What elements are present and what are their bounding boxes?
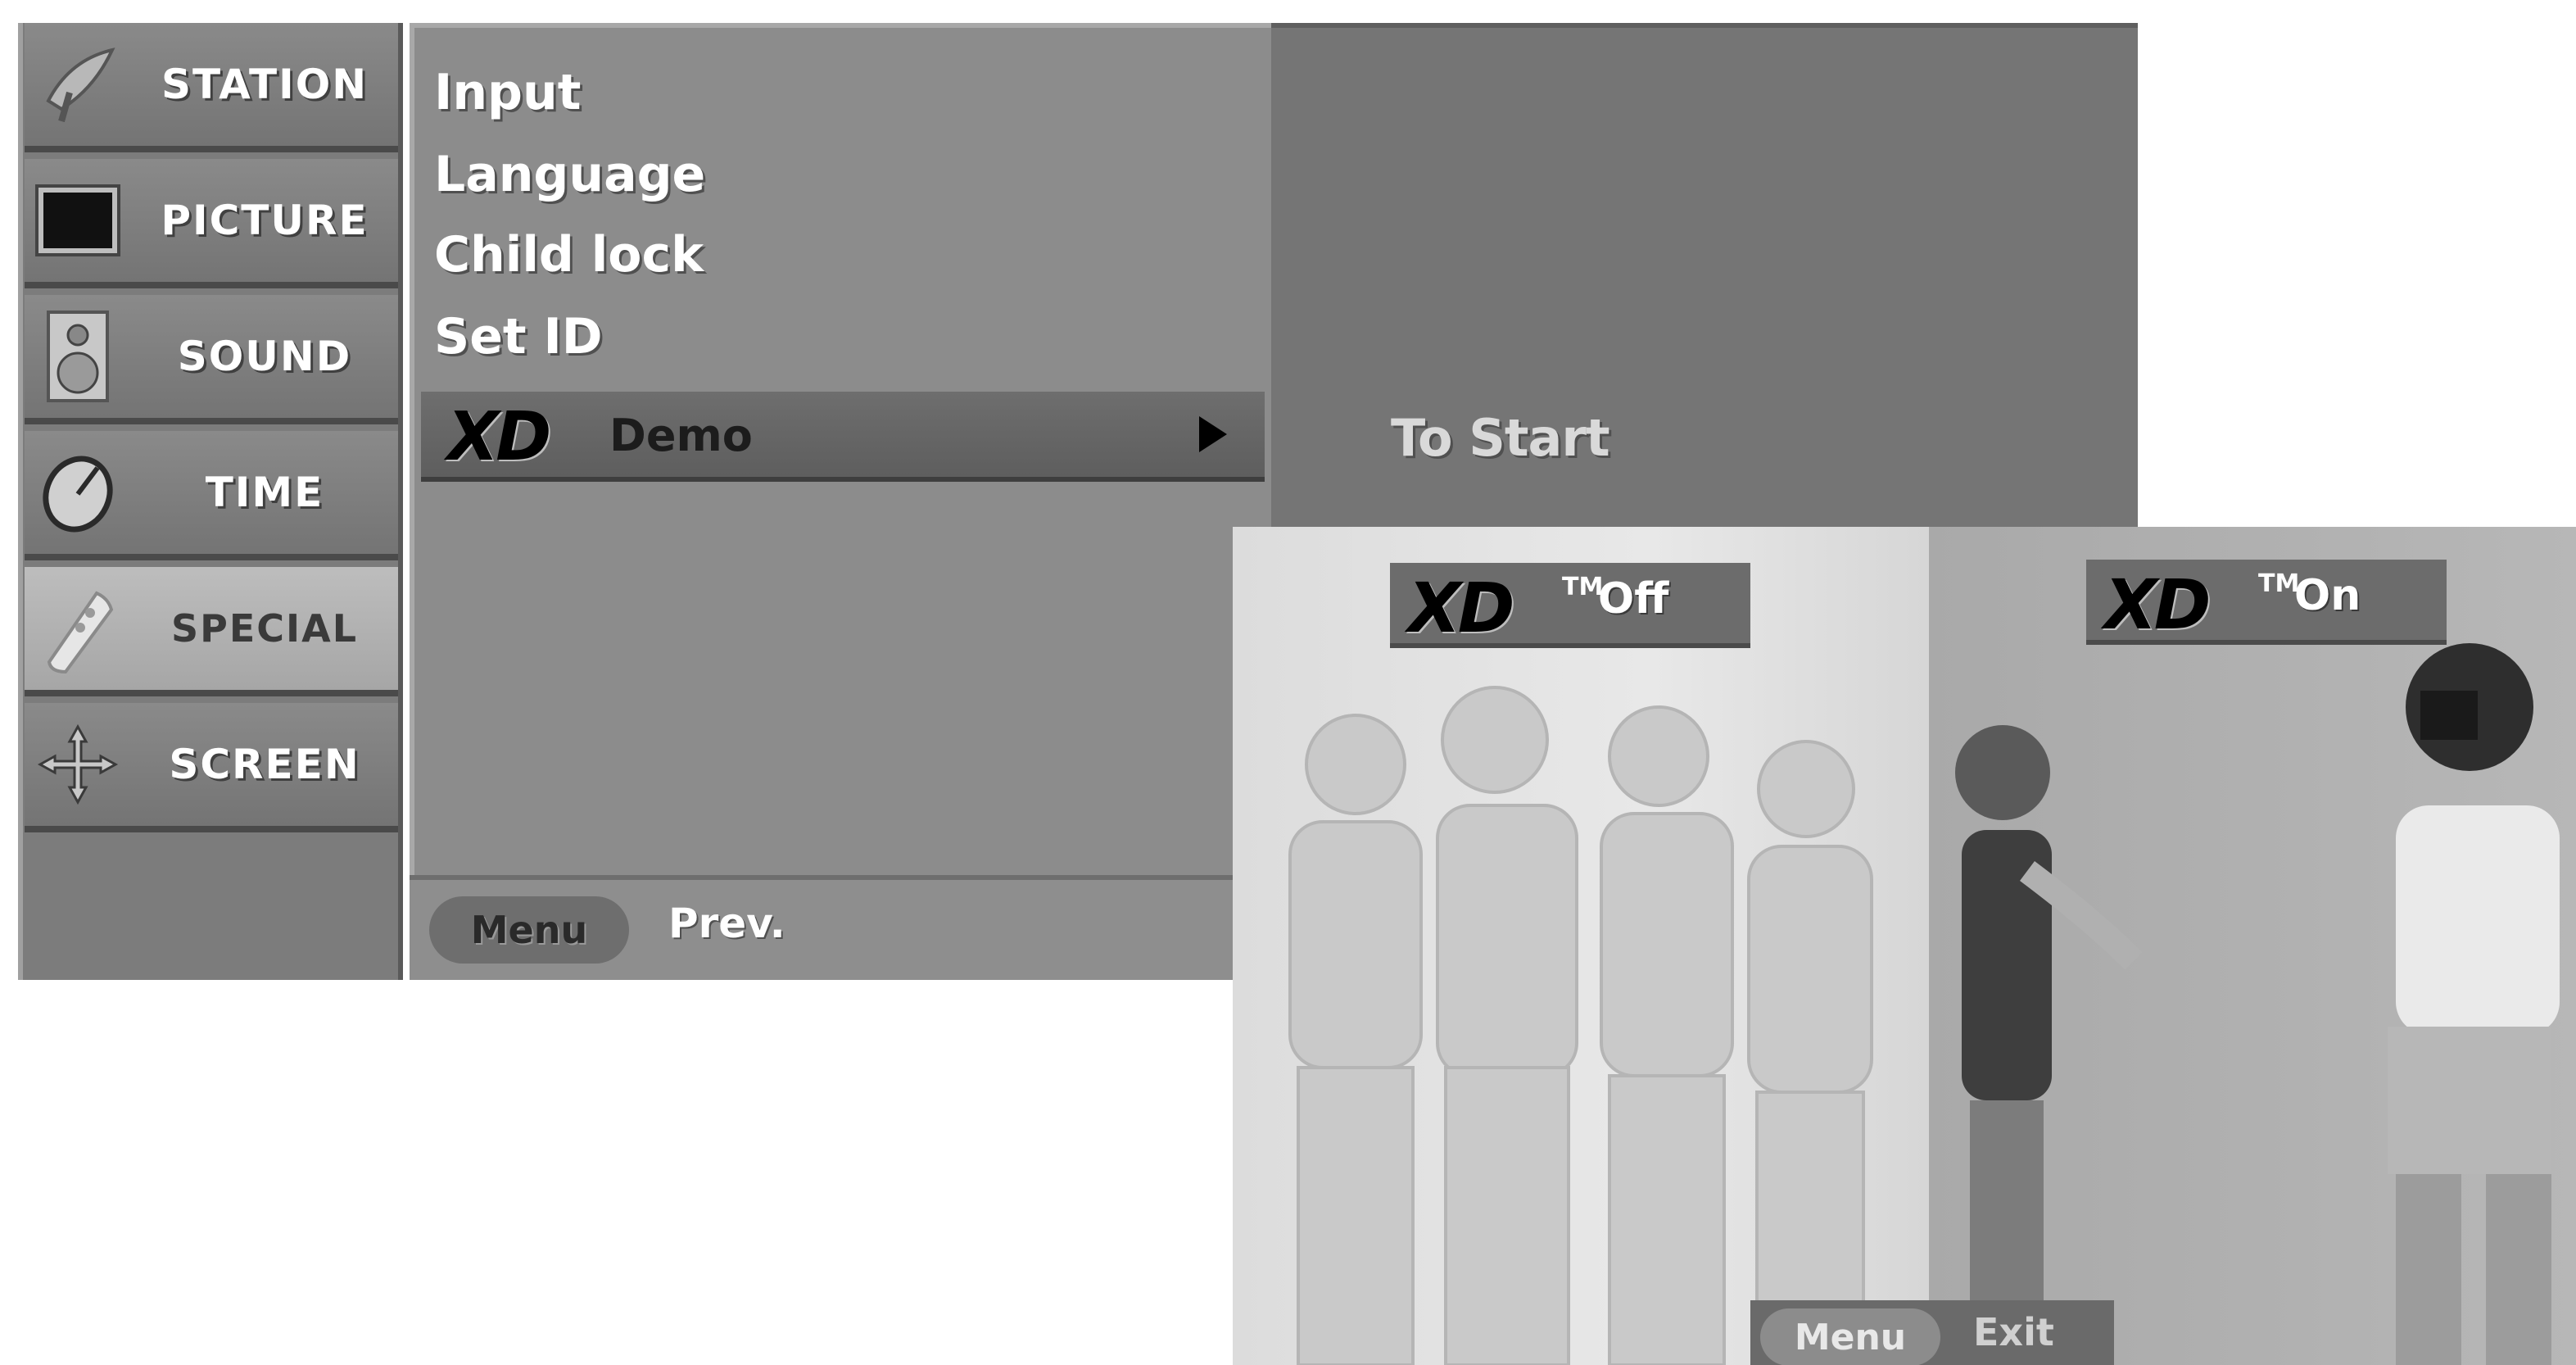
menu-footer: Menu Prev. — [410, 875, 1271, 980]
sidebar-item-picture[interactable]: PICTURE — [25, 159, 398, 288]
sidebar-item-station[interactable]: STATION — [25, 23, 398, 152]
tv-screen-icon — [25, 171, 131, 270]
sidebar-item-label: SOUND — [177, 333, 352, 380]
sidebar-item-label: SCREEN — [169, 741, 360, 788]
xd-logo: XD — [2104, 565, 2211, 645]
sidebar-item-sound[interactable]: SOUND — [25, 295, 398, 424]
children-photo-right — [1955, 643, 2560, 1365]
xd-off-label: XD TM Off — [1390, 563, 1750, 648]
sidebar-item-label: TIME — [205, 469, 324, 516]
demo-exit-label: Exit — [1973, 1310, 2054, 1354]
xd-on-label: XD TM On — [2086, 560, 2447, 645]
xd-logo: XD — [1408, 568, 1514, 648]
sidebar-item-label: STATION — [161, 61, 369, 108]
trademark-mark: TM — [1562, 573, 1604, 601]
xd-demo-label: Demo — [609, 410, 753, 461]
menu-item-xd-demo[interactable]: XD Demo — [421, 392, 1265, 482]
to-start-option[interactable]: To Start — [1391, 408, 1610, 468]
menu-item-child-lock[interactable]: Child lock — [434, 226, 704, 283]
menu-item-set-id[interactable]: Set ID — [434, 308, 603, 365]
menu-item-language[interactable]: Language — [434, 146, 705, 203]
chevron-right-icon — [1199, 416, 1227, 452]
menu-item-input[interactable]: Input — [434, 64, 581, 121]
xd-state-off: Off — [1598, 574, 1669, 624]
satellite-dish-icon — [25, 35, 131, 134]
sidebar-item-screen[interactable]: SCREEN — [25, 703, 398, 832]
sidebar-item-special[interactable]: SPECIAL — [25, 567, 398, 696]
remote-control-icon — [25, 579, 131, 678]
xd-logo: XD — [447, 398, 551, 476]
prev-label: Prev. — [668, 900, 785, 947]
demo-menu-button[interactable]: Menu — [1760, 1308, 1940, 1365]
xd-demo-screen: XD TM Off XD TM On Menu Exit — [1233, 527, 2576, 1365]
sidebar-item-label: PICTURE — [161, 197, 369, 244]
move-arrows-icon — [25, 715, 131, 814]
xd-state-on: On — [2294, 571, 2361, 620]
trademark-mark: TM — [2258, 569, 2300, 598]
demo-photo-left — [1233, 527, 1929, 1365]
clock-icon — [25, 443, 131, 542]
demo-footer: Menu Exit — [1750, 1300, 2114, 1365]
sidebar-item-label: SPECIAL — [170, 606, 359, 651]
menu-button[interactable]: Menu — [429, 896, 629, 964]
submenu-options-panel: To Start — [1271, 23, 2138, 531]
main-menu-sidebar: STATION PICTURE SOUND TIME SPECIAL SCREE… — [18, 23, 403, 980]
children-photo-left — [1288, 686, 1873, 1365]
speaker-icon — [25, 307, 131, 406]
sidebar-item-time[interactable]: TIME — [25, 431, 398, 560]
demo-photo-right — [1929, 527, 2576, 1365]
special-submenu: Input Language Child lock Set ID XD Demo — [410, 23, 1271, 875]
